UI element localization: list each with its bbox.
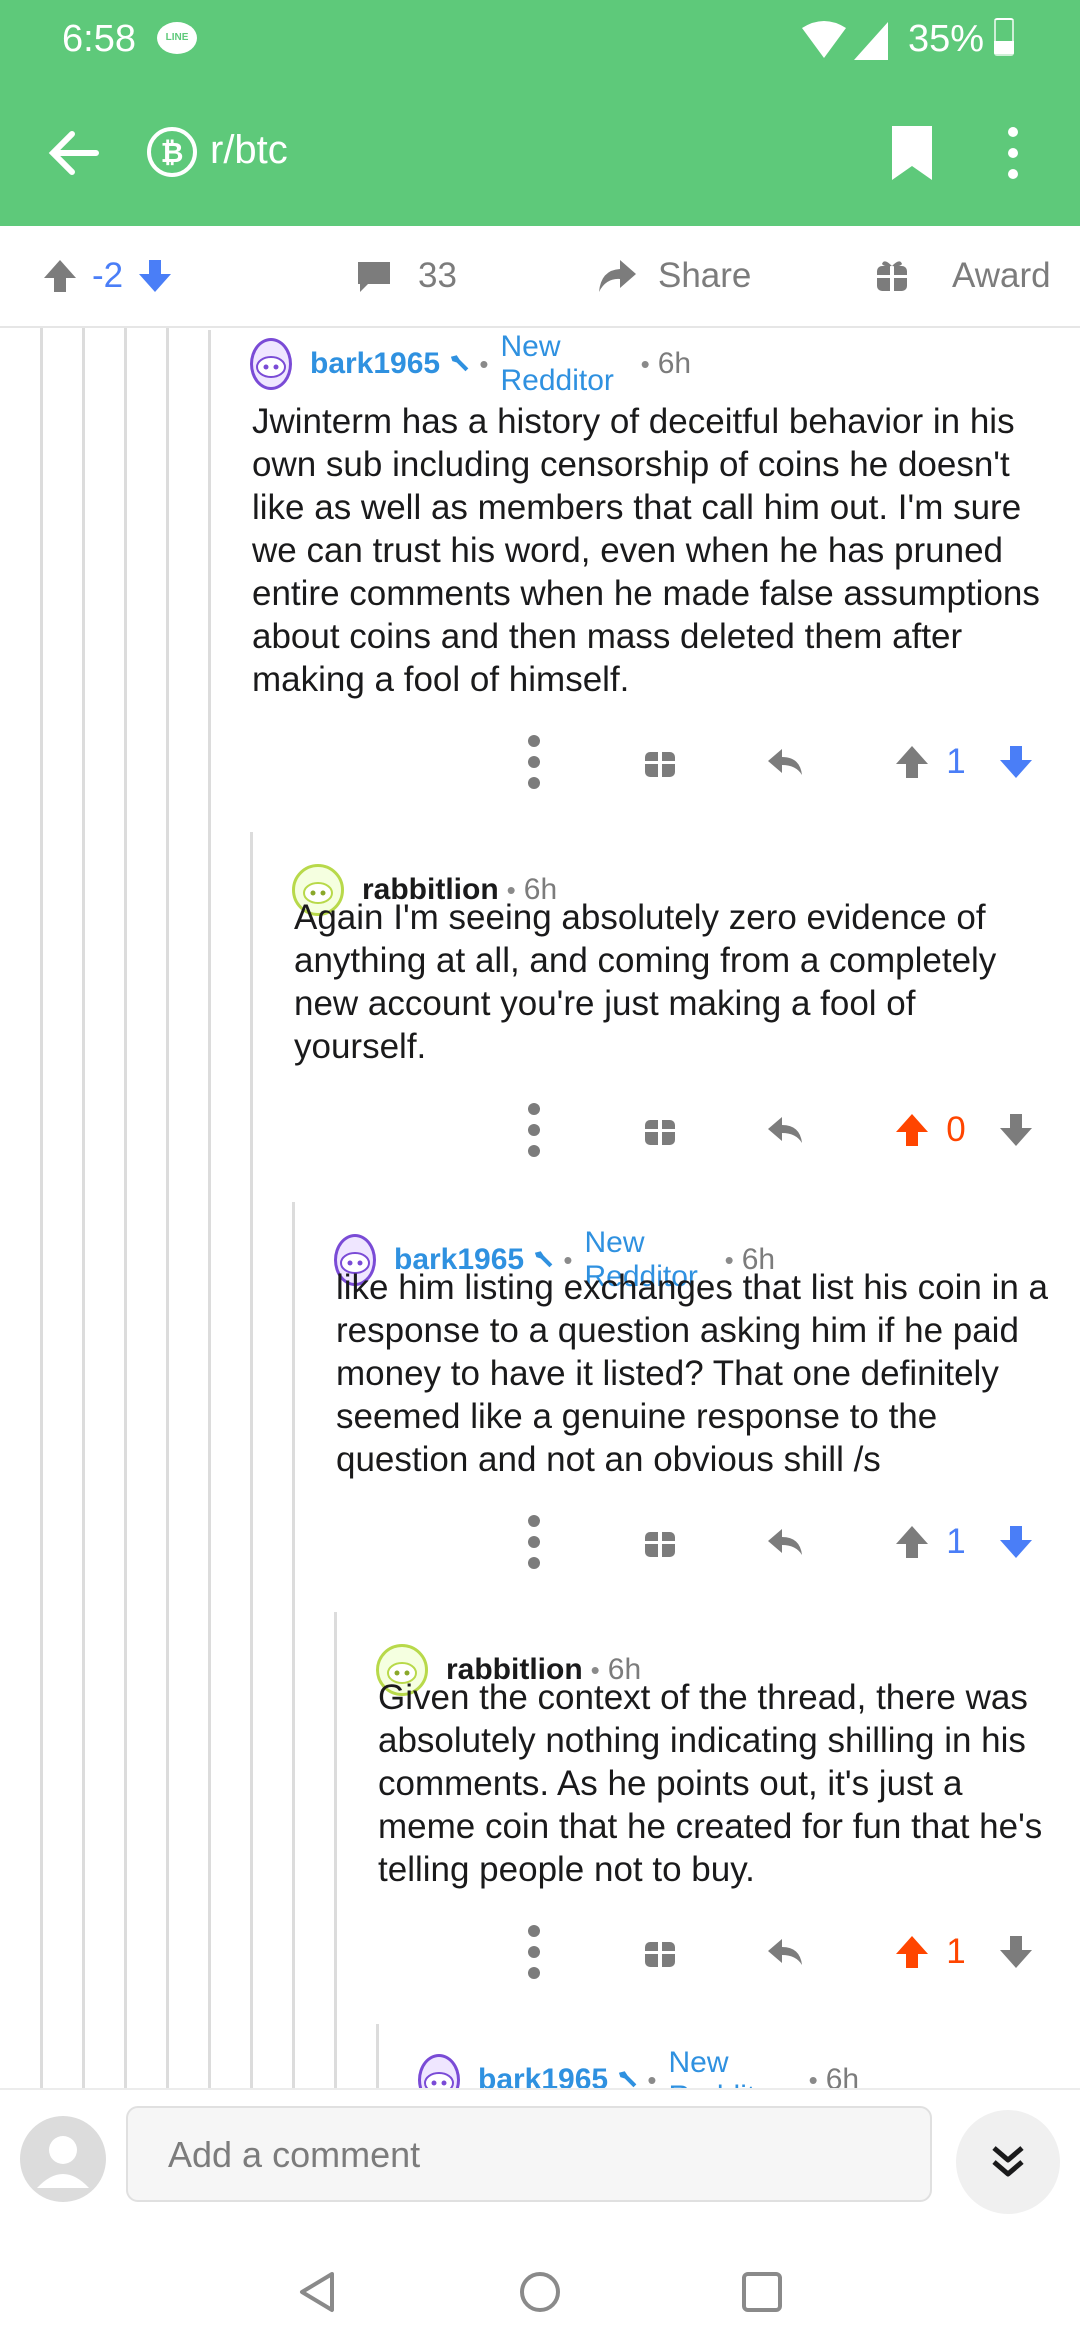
share-icon: [599, 260, 636, 292]
more-options-icon[interactable]: [1005, 124, 1021, 182]
comment-author[interactable]: bark1965: [310, 347, 440, 381]
comment-body: Jwinterm has a history of deceitful beha…: [252, 402, 1040, 699]
downvote-icon[interactable]: [996, 1512, 1036, 1572]
add-comment-input[interactable]: Add a comment: [126, 2106, 932, 2202]
award-button[interactable]: Award: [874, 226, 1051, 326]
upvote-icon[interactable]: [40, 256, 80, 296]
op-wrench-icon: [451, 355, 469, 372]
bookmark-icon[interactable]: [888, 124, 936, 182]
comment-age: 6h: [657, 347, 692, 380]
thread-line[interactable]: [82, 328, 85, 2088]
thread-line[interactable]: [166, 328, 169, 2088]
system-nav-bar: [0, 2240, 1080, 2340]
comment-body: like him listing exchanges that list his…: [336, 1268, 1049, 1479]
separator-dot: •: [808, 2064, 818, 2089]
post-action-bar: -2 33 Share Award: [0, 226, 1080, 328]
comment-thread: bark1965 • New Redditor • 6h Jwinterm ha…: [0, 328, 1080, 2088]
reply-icon[interactable]: [766, 1100, 806, 1160]
snoo-avatar-icon: [256, 356, 286, 378]
collapse-thread-button[interactable]: [956, 2110, 1060, 2214]
comment-score: 1: [946, 742, 966, 781]
reply-icon[interactable]: [766, 1922, 806, 1982]
add-comment-placeholder: Add a comment: [168, 2134, 421, 2175]
upvote-icon[interactable]: [892, 732, 932, 792]
nav-back-icon[interactable]: [296, 2270, 340, 2314]
battery-percent: 35%: [908, 18, 985, 60]
double-chevron-down-icon: [992, 2146, 1024, 2177]
share-label: Share: [658, 256, 752, 295]
more-options-icon[interactable]: [510, 1512, 558, 1572]
comment-header: bark1965 • New Redditor • 6h: [418, 2046, 860, 2089]
battery-icon: [994, 18, 1014, 56]
bitcoin-icon: ₿: [147, 127, 197, 177]
post-vote-group: -2: [40, 226, 175, 326]
thread-line[interactable]: [250, 832, 253, 2088]
snoo-avatar-icon: [424, 2072, 454, 2088]
post-score: -2: [92, 256, 124, 295]
avatar[interactable]: [418, 2054, 460, 2088]
separator-dot: •: [640, 348, 650, 379]
comments-count: 33: [418, 256, 457, 295]
thread-line[interactable]: [124, 328, 127, 2088]
subreddit-name[interactable]: r/btc: [210, 128, 288, 173]
comment-actions: 1: [510, 1922, 1050, 1982]
downvote-icon[interactable]: [996, 1100, 1036, 1160]
gift-icon: [877, 261, 907, 291]
thread-line[interactable]: [40, 328, 43, 2088]
nav-recents-icon[interactable]: [740, 2270, 784, 2314]
avatar[interactable]: [250, 338, 292, 390]
comment-score: 1: [946, 1932, 966, 1971]
more-options-icon[interactable]: [510, 1922, 558, 1982]
op-wrench-icon: [619, 2071, 637, 2088]
line-notification-icon: LINE: [157, 22, 197, 54]
comment-composer: Add a comment: [0, 2088, 1080, 2242]
downvote-icon[interactable]: [996, 732, 1036, 792]
comment-author[interactable]: bark1965: [478, 2063, 608, 2088]
thread-line[interactable]: [208, 330, 211, 2088]
comment-body: Again I'm seeing absolutely zero evidenc…: [294, 898, 997, 1066]
comment-actions: 0: [510, 1100, 1050, 1160]
downvote-icon[interactable]: [135, 256, 175, 296]
gift-icon[interactable]: [642, 1922, 678, 1982]
separator-dot: •: [479, 348, 489, 379]
upvote-icon[interactable]: [892, 1100, 932, 1160]
svg-text:₿: ₿: [161, 136, 184, 169]
comment-actions: 1: [510, 1512, 1050, 1572]
user-flair: New Redditor: [500, 330, 614, 397]
award-label: Award: [952, 256, 1051, 295]
comment-header: bark1965 • New Redditor • 6h: [250, 330, 692, 397]
app-bar: ₿ r/btc: [0, 84, 1080, 226]
separator-dot: •: [647, 2064, 657, 2089]
wifi-icon: [802, 21, 888, 60]
upvote-icon[interactable]: [892, 1922, 932, 1982]
back-arrow-icon[interactable]: [46, 126, 100, 180]
comments-count-button[interactable]: 33: [354, 226, 457, 326]
comment-body: Given the context of the thread, there w…: [378, 1678, 1043, 1889]
gift-icon[interactable]: [642, 1100, 678, 1160]
reply-icon[interactable]: [766, 1512, 806, 1572]
nav-home-icon[interactable]: [518, 2270, 562, 2314]
status-bar: 6:58 LINE 35%: [0, 0, 1080, 84]
user-flair: New Redditor: [668, 2046, 781, 2088]
comment-score: 1: [946, 1522, 966, 1561]
comment-actions: 1: [510, 732, 1050, 792]
more-options-icon[interactable]: [510, 1100, 558, 1160]
comment-score: 0: [946, 1110, 966, 1149]
gift-icon[interactable]: [642, 732, 678, 792]
downvote-icon[interactable]: [996, 1922, 1036, 1982]
user-silhouette-icon: [37, 2136, 89, 2188]
thread-line[interactable]: [376, 2024, 379, 2088]
share-button[interactable]: Share: [596, 226, 751, 326]
status-time: 6:58: [62, 18, 136, 60]
upvote-icon[interactable]: [892, 1512, 932, 1572]
thread-line[interactable]: [292, 1202, 295, 2088]
comment-age: 6h: [825, 2063, 860, 2088]
gift-icon[interactable]: [642, 1512, 678, 1572]
more-options-icon[interactable]: [510, 732, 558, 792]
user-avatar[interactable]: [20, 2116, 106, 2202]
thread-line[interactable]: [334, 1612, 337, 2088]
reply-icon[interactable]: [766, 732, 806, 792]
comment-icon: [358, 262, 390, 292]
